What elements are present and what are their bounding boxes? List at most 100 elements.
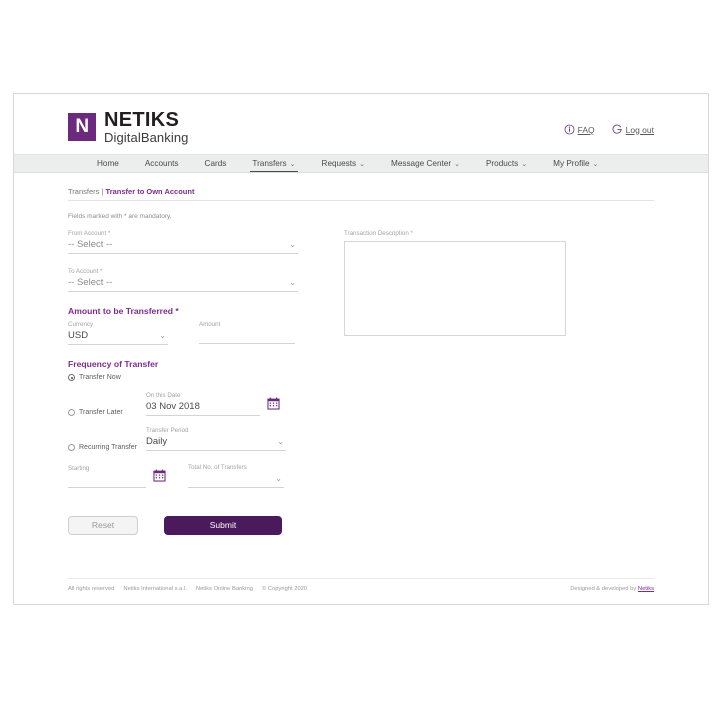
nav-item-transfers[interactable]: Transfers ⌄ <box>239 154 308 173</box>
nav-label: Accounts <box>144 159 179 168</box>
breadcrumb: Transfers | Transfer to Own Account <box>68 187 654 201</box>
chevron-down-icon: ⌄ <box>521 161 528 168</box>
chevron-down-icon: ⌄ <box>359 161 365 168</box>
nav-item-message-center[interactable]: Message Center ⌄ <box>378 154 473 173</box>
reset-button[interactable]: Reset <box>68 516 138 535</box>
footer-rights: All rights reserved <box>68 586 115 592</box>
to-account-label: To Account * <box>68 268 103 275</box>
on-this-date-input[interactable]: 03 Nov 2018 <box>146 401 260 416</box>
on-this-date-label: On this Date <box>146 392 181 399</box>
to-account-field: To Account * -- Select -- ⌄ <box>68 268 298 292</box>
total-transfers-value <box>188 473 284 484</box>
chevron-down-icon: ⌄ <box>289 161 296 168</box>
footer-right: Designed & developed by Netiks <box>570 586 654 592</box>
frequency-section-title: Frequency of Transfer <box>68 359 159 369</box>
chevron-down-icon: ⌄ <box>289 278 296 287</box>
faq-label: FAQ <box>577 124 595 135</box>
total-transfers-select[interactable]: ⌄ <box>188 473 284 488</box>
nav-label: My Profile <box>553 159 590 168</box>
on-this-date-field: On this Date 03 Nov 2018 <box>146 392 260 416</box>
nav-label: Cards <box>204 159 227 168</box>
page-content: Transfers | Transfer to Own Account Fiel… <box>14 173 708 535</box>
form-right-column: Transaction Description * <box>344 230 566 535</box>
submit-button[interactable]: Submit <box>164 516 282 535</box>
nav-item-home[interactable]: Home <box>84 154 132 173</box>
nav-label: Message Center <box>391 159 452 168</box>
transfer-period-select[interactable]: Daily ⌄ <box>146 436 286 451</box>
footer-credit-brand[interactable]: Netiks <box>638 586 654 592</box>
from-account-label: From Account * <box>68 230 111 237</box>
from-account-value: -- Select -- <box>68 239 113 250</box>
chevron-down-icon: ⌄ <box>289 240 296 249</box>
calendar-icon[interactable] <box>153 469 166 487</box>
currency-label: Currency <box>68 321 94 328</box>
page-header: N NETIKS DigitalBanking FAQ Log out <box>14 94 708 154</box>
faq-link[interactable]: FAQ <box>564 124 595 135</box>
logout-link[interactable]: Log out <box>612 124 654 135</box>
netiks-logo-icon: N <box>68 113 96 141</box>
radio-dot-icon <box>68 409 75 416</box>
breadcrumb-separator: | <box>101 187 104 196</box>
radio-dot-icon <box>68 444 75 451</box>
currency-select[interactable]: USD ⌄ <box>68 330 168 345</box>
breadcrumb-current: Transfer to Own Account <box>105 187 195 196</box>
nav-item-cards[interactable]: Cards <box>192 154 240 173</box>
footer-left: All rights reserved Netiks International… <box>68 586 307 592</box>
brand-subtitle: DigitalBanking <box>104 130 189 145</box>
nav-item-requests[interactable]: Requests ⌄ <box>309 154 378 173</box>
radio-dot-icon <box>68 374 75 381</box>
transfer-period-label: Transfer Period <box>146 427 189 434</box>
starting-field: Starting <box>68 465 146 488</box>
page-footer: All rights reserved Netiks International… <box>68 578 654 592</box>
calendar-icon[interactable] <box>267 397 280 415</box>
amount-input[interactable] <box>199 330 295 344</box>
brand-logo[interactable]: N NETIKS DigitalBanking <box>68 110 189 144</box>
to-account-value: -- Select -- <box>68 277 113 288</box>
footer-copyright: © Copyright 2020 <box>261 586 308 592</box>
chevron-down-icon: ⌄ <box>592 161 599 168</box>
power-icon <box>612 124 623 135</box>
chevron-down-icon: ⌄ <box>159 331 166 340</box>
nav-label: Requests <box>321 159 357 168</box>
nav-item-products[interactable]: Products ⌄ <box>473 154 540 173</box>
nav-label: Products <box>485 159 519 168</box>
currency-field: Currency USD ⌄ <box>68 321 168 345</box>
nav-item-my-profile[interactable]: My Profile ⌄ <box>540 154 611 173</box>
form-left-column: From Account * -- Select -- ⌄ To Account… <box>68 230 298 535</box>
recurring-transfer-row: Recurring Transfer Transfer Period Daily… <box>68 427 298 451</box>
chevron-down-icon: ⌄ <box>277 437 284 446</box>
mandatory-note: Fields marked with * are mandatory. <box>68 213 172 220</box>
transfer-later-label: Transfer Later <box>79 409 123 416</box>
starting-input[interactable] <box>68 474 146 488</box>
chevron-down-icon: ⌄ <box>454 161 460 168</box>
nav-item-accounts[interactable]: Accounts <box>132 154 192 173</box>
radio-transfer-later[interactable]: Transfer Later <box>68 409 146 416</box>
breadcrumb-parent[interactable]: Transfers <box>68 187 99 196</box>
from-account-field: From Account * -- Select -- ⌄ <box>68 230 298 254</box>
footer-product: Netiks Online Banking <box>195 586 253 592</box>
header-links: FAQ Log out <box>564 124 654 135</box>
app-window: N NETIKS DigitalBanking FAQ Log out Home… <box>13 93 709 605</box>
to-account-select[interactable]: -- Select -- ⌄ <box>68 277 298 292</box>
chevron-down-icon: ⌄ <box>275 474 282 483</box>
nav-label: Home <box>97 159 119 168</box>
total-transfers-label: Total No. of Transfers <box>188 464 247 471</box>
transfer-period-value: Daily <box>146 436 168 447</box>
transaction-description-input[interactable] <box>344 241 566 336</box>
amount-field: Amount <box>199 321 295 345</box>
amount-row: Currency USD ⌄ Amount <box>68 321 298 345</box>
main-navigation: Home Accounts Cards Transfers ⌄ Requests… <box>14 154 708 173</box>
amount-section-title: Amount to be Transferred * <box>68 306 179 316</box>
brand-title: NETIKS <box>104 109 180 131</box>
footer-credit-prefix: Designed & developed by <box>570 586 637 592</box>
recurring-transfer-label: Recurring Transfer <box>79 444 137 451</box>
form-actions: Reset Submit <box>68 516 298 535</box>
logout-label: Log out <box>625 124 654 135</box>
starting-label: Starting <box>68 465 90 472</box>
transfer-later-row: Transfer Later On this Date 03 Nov 2018 <box>68 392 298 416</box>
recurring-details-row: Starting Total No. of Transfers ⌄ <box>68 464 298 488</box>
radio-recurring-transfer[interactable]: Recurring Transfer <box>68 444 146 451</box>
radio-transfer-now[interactable]: Transfer Now <box>68 374 121 381</box>
transfer-period-field: Transfer Period Daily ⌄ <box>146 427 286 451</box>
from-account-select[interactable]: -- Select -- ⌄ <box>68 239 298 254</box>
